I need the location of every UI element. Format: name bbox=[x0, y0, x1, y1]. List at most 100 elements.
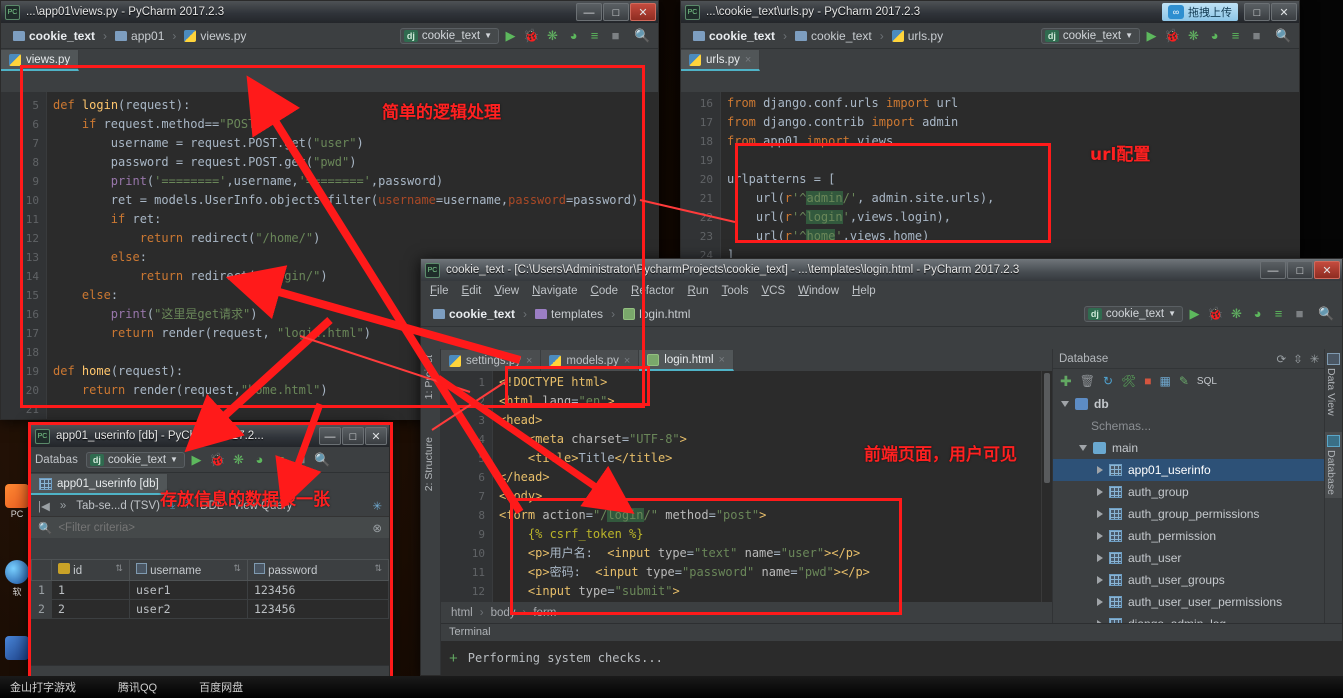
attach-icon[interactable]: ≡ bbox=[1269, 304, 1288, 323]
chevron-right-icon[interactable] bbox=[1097, 554, 1103, 562]
add-terminal-icon[interactable]: + bbox=[449, 650, 458, 667]
code-line[interactable]: ret = models.UserInfo.objects.filter(use… bbox=[53, 191, 658, 210]
code-line[interactable]: url(r'^home',views.home) bbox=[727, 227, 1299, 246]
db-tree-item-auth-user-user-permissions[interactable]: auth_user_user_permissions bbox=[1053, 591, 1324, 613]
code-line[interactable]: <p>用户名: <input type="text" name="user"><… bbox=[499, 544, 1052, 563]
code-line[interactable]: {% csrf_token %} bbox=[499, 525, 1052, 544]
desktop-icon-1[interactable]: 软 bbox=[4, 560, 30, 598]
menu-item-edit[interactable]: Edit bbox=[462, 285, 482, 297]
db-tree-item-db[interactable]: db bbox=[1053, 393, 1324, 415]
run-configuration-selector[interactable]: dj cookie_text ▼ bbox=[85, 451, 185, 468]
close-tab-icon[interactable]: × bbox=[624, 355, 630, 367]
code-line[interactable]: return redirect("/home/") bbox=[53, 229, 658, 248]
file-tab-settings[interactable]: settings.py × bbox=[441, 350, 542, 371]
breadcrumb-project[interactable]: cookie_text bbox=[7, 28, 101, 44]
attach-icon[interactable]: ≡ bbox=[271, 450, 290, 469]
cell-rn[interactable]: 2 bbox=[31, 599, 52, 619]
maximize-button[interactable]: □ bbox=[603, 3, 629, 21]
chevron-right-icon[interactable] bbox=[1097, 488, 1103, 496]
code-line[interactable]: <input type="submit"> bbox=[499, 582, 1052, 601]
menu-item-navigate[interactable]: Navigate bbox=[532, 285, 577, 297]
stop-icon[interactable]: ■ bbox=[1290, 304, 1309, 323]
breadcrumb-package[interactable]: cookie_text bbox=[789, 28, 878, 44]
expand-collapse-icon[interactable]: ⇳ bbox=[1293, 352, 1303, 366]
code-line[interactable]: </head> bbox=[499, 468, 1052, 487]
views-window-controls[interactable]: — □ ✕ bbox=[576, 3, 656, 21]
run-icon[interactable]: ▶ bbox=[1142, 26, 1161, 45]
login-editor[interactable]: 1234567891011121314 <!DOCTYPE html><html… bbox=[441, 371, 1052, 602]
menu-item-vcs[interactable]: VCS bbox=[761, 285, 785, 297]
db-tree-item-auth-group[interactable]: auth_group bbox=[1053, 481, 1324, 503]
terminal-panel[interactable]: Terminal + Performing system checks... bbox=[441, 623, 1342, 675]
path-body[interactable]: body bbox=[491, 607, 516, 619]
desktop-icon-0[interactable]: PC bbox=[4, 484, 30, 519]
code-line[interactable]: if ret: bbox=[53, 210, 658, 229]
urls-code-text[interactable]: from django.conf.urls import url from dja… bbox=[721, 94, 1299, 259]
chevron-right-icon[interactable] bbox=[1097, 620, 1103, 623]
column-header-id[interactable]: id ⇅ bbox=[50, 559, 130, 581]
file-tab-urls[interactable]: urls.py × bbox=[681, 50, 761, 71]
chevron-down-icon[interactable] bbox=[1079, 445, 1087, 451]
chevron-right-icon[interactable] bbox=[1097, 466, 1103, 474]
breadcrumb-templates[interactable]: templates bbox=[529, 306, 609, 322]
attach-icon[interactable]: ≡ bbox=[1226, 26, 1245, 45]
code-line[interactable]: password = request.POST.get("pwd") bbox=[53, 153, 658, 172]
cell-password[interactable]: 123456 bbox=[246, 599, 389, 619]
urls-file-tabs[interactable]: urls.py × bbox=[681, 49, 1299, 71]
code-line[interactable]: <body> bbox=[499, 487, 1052, 506]
tool-tab-project[interactable]: 1: Project bbox=[421, 349, 437, 405]
scrollbar-thumb[interactable] bbox=[1044, 373, 1050, 483]
login-window-controls[interactable]: — □ ✕ bbox=[1260, 261, 1340, 279]
views-file-tabs[interactable]: views.py bbox=[1, 49, 658, 71]
cell-password[interactable]: 123456 bbox=[246, 580, 389, 600]
stop-icon[interactable]: ■ bbox=[1247, 26, 1266, 45]
urls-py-window[interactable]: PC ...\cookie_text\urls.py - PyCharm 201… bbox=[680, 0, 1300, 260]
terminal-header[interactable]: Terminal bbox=[441, 624, 1342, 641]
close-tab-icon[interactable]: × bbox=[719, 354, 725, 366]
column-header-password[interactable]: password ⇅ bbox=[246, 559, 389, 581]
coverage-icon[interactable]: ❋ bbox=[543, 26, 562, 45]
side-tab-database[interactable]: Database bbox=[1325, 431, 1342, 498]
close-button[interactable]: ✕ bbox=[630, 3, 656, 21]
code-line[interactable]: from django.conf.urls import url bbox=[727, 94, 1299, 113]
cell-id[interactable]: 1 bbox=[50, 580, 130, 600]
minimize-button[interactable]: — bbox=[1260, 261, 1286, 279]
sync-icon[interactable]: ↻ bbox=[1103, 374, 1113, 388]
urls-editor[interactable]: 16 17 18 19 20 21 22 23 24 from django.conf.urls… bbox=[681, 92, 1299, 259]
code-line[interactable]: <form action="/login/" method="post"> bbox=[499, 506, 1052, 525]
urls-titlebar[interactable]: PC ...\cookie_text\urls.py - PyCharm 201… bbox=[681, 1, 1299, 23]
close-button[interactable]: ✕ bbox=[1271, 3, 1297, 21]
chevron-down-icon[interactable] bbox=[1061, 401, 1069, 407]
table-body[interactable]: 1 1 user1 123456 2 2 user2 123456 bbox=[31, 580, 389, 619]
table-row[interactable]: 2 2 user2 123456 bbox=[31, 599, 389, 619]
column-header-username[interactable]: username ⇅ bbox=[128, 559, 248, 581]
code-line[interactable]: urlpatterns = [ bbox=[727, 170, 1299, 189]
code-line[interactable]: </form> bbox=[499, 601, 1052, 602]
drag-upload-button[interactable]: ∞ 拖拽上传 bbox=[1162, 3, 1238, 21]
userinfo-datagrid[interactable]: id ⇅ username ⇅ password ⇅ 11user1123 bbox=[31, 559, 389, 665]
terminal-body[interactable]: + Performing system checks... bbox=[441, 641, 1342, 675]
code-line[interactable]: def login(request): bbox=[53, 96, 658, 115]
debug-icon[interactable]: 🐞 bbox=[1206, 304, 1225, 323]
menu-item-refactor[interactable]: Refactor bbox=[631, 285, 674, 297]
chevron-right-icon[interactable] bbox=[1097, 598, 1103, 606]
sort-icon[interactable]: ⇅ bbox=[233, 563, 241, 574]
cell-username[interactable]: user1 bbox=[128, 580, 248, 600]
cell-username[interactable]: user2 bbox=[128, 599, 248, 619]
chevron-right-icon[interactable] bbox=[1097, 510, 1103, 518]
stop-icon[interactable]: ■ bbox=[292, 450, 311, 469]
userinfo-titlebar[interactable]: PC app01_userinfo [db] - PyCharm 2017.2.… bbox=[31, 425, 389, 447]
search-icon[interactable]: 🔍 bbox=[1317, 304, 1336, 323]
login-file-tabs[interactable]: settings.py × models.py × login.html × bbox=[441, 349, 1052, 371]
filter-row[interactable]: 🔍 ⊗ bbox=[31, 517, 389, 538]
breadcrumb-file[interactable]: urls.py bbox=[886, 28, 949, 44]
cell-id[interactable]: 2 bbox=[50, 599, 130, 619]
taskbar-item-1[interactable]: 腾讯QQ bbox=[118, 679, 157, 695]
close-button[interactable]: ✕ bbox=[365, 427, 387, 445]
close-button[interactable]: ✕ bbox=[1314, 261, 1340, 279]
datasource-properties-icon[interactable]: 🛠 bbox=[1121, 374, 1136, 388]
database-toolbar[interactable]: ✚ 🗑 ↻ 🛠 ■ ▦ ✎ SQL bbox=[1053, 369, 1342, 393]
run-configuration-selector[interactable]: dj cookie_text ▼ bbox=[1040, 27, 1140, 44]
attach-icon[interactable]: ≡ bbox=[585, 26, 604, 45]
file-tab-models[interactable]: models.py × bbox=[541, 350, 640, 371]
